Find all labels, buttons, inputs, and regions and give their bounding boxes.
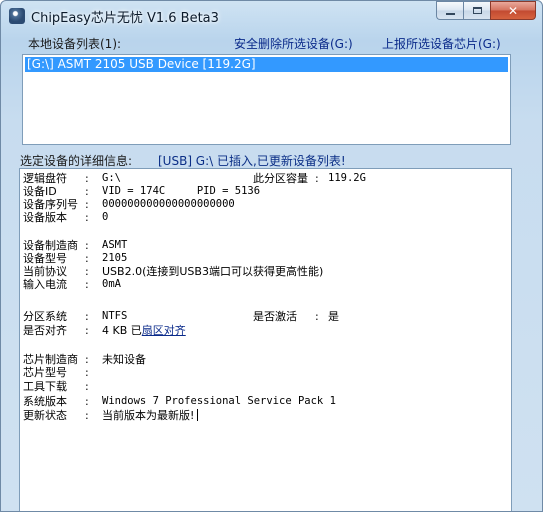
minimize-icon [445,12,455,15]
row-colon: : [85,380,89,393]
row-key: 芯片制造商 [23,353,78,366]
detail-panel[interactable]: 逻辑盘符 : G:\ 此分区容量 : 119.2G 设备ID : VID = 1… [19,168,512,511]
row-value: 4 KB 已扇区对齐 [102,324,186,337]
window-title: ChipEasy芯片无忧 V1.6 Beta3 [31,11,219,26]
row-key: 输入电流 [23,278,67,291]
row-key: 设备制造商 [23,239,78,252]
row-colon: : [85,395,89,408]
row-colon: : [85,353,89,366]
row-colon: : [85,252,89,265]
row-colon: : [85,366,89,379]
row-value: 未知设备 [102,353,146,366]
aligned-text: 4 KB 已 [102,324,142,337]
row-colon: : [315,310,319,323]
row-key: 设备型号 [23,252,67,265]
row-key: 更新状态 [23,409,67,422]
device-listbox[interactable]: [G:\] ASMT 2105 USB Device [119.2G] [22,54,511,145]
row-value: ASMT [102,239,128,251]
row-value: NTFS [102,310,128,322]
row-key: 分区系统 [23,310,67,323]
status-message: [USB] G:\ 已插入,已更新设备列表! [158,154,346,168]
row-colon: : [85,185,89,198]
app-window: ChipEasy芯片无忧 V1.6 Beta3 ✕ 本地设备列表(1): 安全删… [0,0,543,512]
row-colon: : [85,239,89,252]
title-bar[interactable]: ChipEasy芯片无忧 V1.6 Beta3 ✕ [1,1,542,31]
sector-align-link[interactable]: 扇区对齐 [142,324,186,337]
row-colon: : [85,310,89,323]
row-value: 是 [328,310,339,323]
row-value: 2105 [102,252,128,264]
maximize-button[interactable] [463,1,490,20]
row-value: USB2.0(连接到USB3端口可以获得更高性能) [102,265,324,278]
text-caret [197,409,199,421]
row-key: 逻辑盘符 [23,172,67,185]
row-key: 设备ID [23,185,57,198]
row-key: 此分区容量 [253,172,308,185]
safe-remove-button[interactable]: 安全删除所选设备(G:) [234,35,353,52]
maximize-icon [472,7,482,14]
row-key: 是否激活 [253,310,297,323]
app-icon [9,8,25,24]
update-status-text: 当前版本为最新版! [102,409,195,422]
row-key: 设备版本 [23,211,67,224]
caption-buttons: ✕ [436,1,536,20]
row-key: 芯片型号 [23,366,67,379]
row-colon: : [85,198,89,211]
row-key: 当前协议 [23,265,67,278]
close-icon: ✕ [507,3,519,18]
detail-label: 选定设备的详细信息: [20,154,133,168]
device-list-item[interactable]: [G:\] ASMT 2105 USB Device [119.2G] [25,57,508,72]
row-value: 119.2G [328,172,366,184]
row-value: 当前版本为最新版! [102,409,199,422]
row-colon: : [85,172,89,185]
row-key: 系统版本 [23,395,67,408]
row-value: Windows 7 Professional Service Pack 1 [102,395,336,407]
row-key: 是否对齐 [23,324,67,337]
row-colon: : [85,211,89,224]
report-chip-button[interactable]: 上报所选设备芯片(G:) [382,35,501,52]
row-colon: : [315,172,319,185]
row-value: 000000000000000000000 [102,198,235,210]
row-colon: : [85,278,89,291]
row-colon: : [85,324,89,337]
device-list-label: 本地设备列表(1): [28,37,122,51]
row-colon: : [85,409,89,422]
row-value: 0 [102,211,109,223]
minimize-button[interactable] [436,1,463,20]
close-button[interactable]: ✕ [490,1,536,20]
row-value: G:\ [102,172,121,184]
row-key: 工具下载 [23,380,67,393]
row-value: VID = 174C PID = 5136 [102,185,261,197]
row-value: 0mA [102,278,121,290]
row-key: 设备序列号 [23,198,78,211]
row-colon: : [85,265,89,278]
